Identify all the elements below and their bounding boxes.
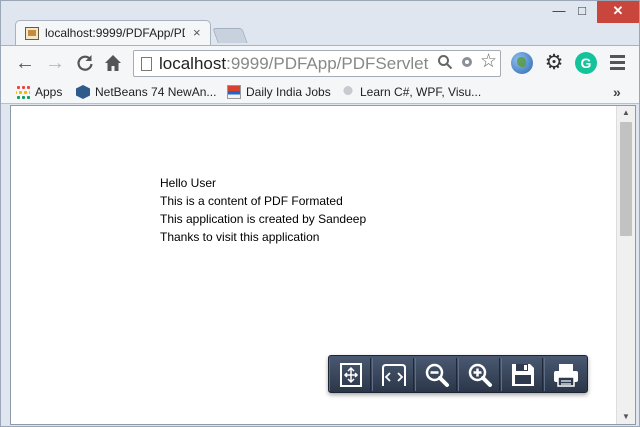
new-tab-button[interactable] <box>212 28 248 43</box>
tab-strip: localhost:9999/PDFApp/PDFServlet × — □ ✕ <box>1 1 639 46</box>
bookmark-daily-india-jobs[interactable]: Daily India Jobs <box>227 83 331 101</box>
tab-active[interactable]: localhost:9999/PDFApp/PDFServlet × <box>15 20 211 46</box>
back-button[interactable]: ← <box>14 52 36 74</box>
address-bar[interactable]: localhost:9999/PDFApp/PDFServlet ☆ <box>133 50 501 77</box>
pdf-toolbar <box>328 355 588 393</box>
menu-icon[interactable] <box>607 52 629 74</box>
save-button[interactable] <box>501 358 543 391</box>
reload-button[interactable] <box>74 52 96 74</box>
tab-title: localhost:9999/PDFApp/PDFServlet <box>45 26 185 40</box>
jobs-icon <box>227 85 241 99</box>
fit-page-button[interactable] <box>329 358 371 391</box>
maximize-button[interactable]: □ <box>567 1 597 23</box>
pdf-text-line: This is a content of PDF Formated <box>160 194 343 208</box>
fit-page-icon <box>340 363 362 387</box>
fit-width-icon <box>382 364 406 386</box>
page-icon <box>141 57 152 71</box>
zoom-out-button[interactable] <box>415 358 457 391</box>
browser-window: localhost:9999/PDFApp/PDFServlet × — □ ✕… <box>0 0 640 427</box>
zoom-out-icon <box>425 363 449 387</box>
pdf-text-line: Hello User <box>160 176 217 190</box>
pdf-page: Hello User This is a content of PDF Form… <box>11 106 615 424</box>
cube-icon <box>76 85 90 99</box>
bookmark-learn-csharp[interactable]: Learn C#, WPF, Visu... <box>341 83 481 101</box>
home-button[interactable] <box>102 52 124 74</box>
content-viewport: Hello User This is a content of PDF Form… <box>10 105 636 425</box>
grammarly-icon[interactable]: G <box>575 52 597 74</box>
scroll-thumb[interactable] <box>620 122 632 236</box>
vertical-scrollbar[interactable]: ▲ ▼ <box>616 106 635 424</box>
browser-toolbar: ← → localhost:9999/PDFApp/PDFServlet ☆ ⚙… <box>1 45 639 80</box>
reload-icon <box>77 55 93 71</box>
home-icon <box>105 55 121 71</box>
search-icon[interactable] <box>437 54 453 76</box>
pdf-text-line: This application is created by Sandeep <box>160 212 367 226</box>
zoom-in-icon <box>468 363 492 387</box>
bookmark-apps[interactable]: Apps <box>16 83 62 101</box>
scroll-down-icon[interactable]: ▼ <box>617 410 635 424</box>
forward-button[interactable]: → <box>44 52 66 74</box>
zoom-in-button[interactable] <box>458 358 500 391</box>
bookmarks-bar: Apps NetBeans 74 NewAn... Daily India Jo… <box>1 80 639 104</box>
pdf-text-line: Thanks to visit this application <box>160 230 320 244</box>
tab-close-icon[interactable]: × <box>193 25 201 41</box>
fit-width-button[interactable] <box>372 358 414 391</box>
print-icon <box>554 364 578 387</box>
apps-icon <box>16 85 30 99</box>
puzzle-icon[interactable] <box>459 54 475 76</box>
save-icon <box>512 364 534 386</box>
globe-icon[interactable] <box>511 52 533 74</box>
csharp-icon <box>341 85 355 99</box>
scroll-up-icon[interactable]: ▲ <box>617 106 635 120</box>
bookmarks-more-button[interactable]: » <box>613 83 621 101</box>
star-icon[interactable]: ☆ <box>480 52 497 72</box>
url-text: localhost:9999/PDFApp/PDFServlet <box>159 54 429 73</box>
gear-icon[interactable]: ⚙ <box>543 52 565 74</box>
bookmark-netbeans[interactable]: NetBeans 74 NewAn... <box>76 83 216 101</box>
favicon-icon <box>25 27 39 40</box>
print-button[interactable] <box>544 358 586 391</box>
close-window-button[interactable]: ✕ <box>597 1 639 23</box>
